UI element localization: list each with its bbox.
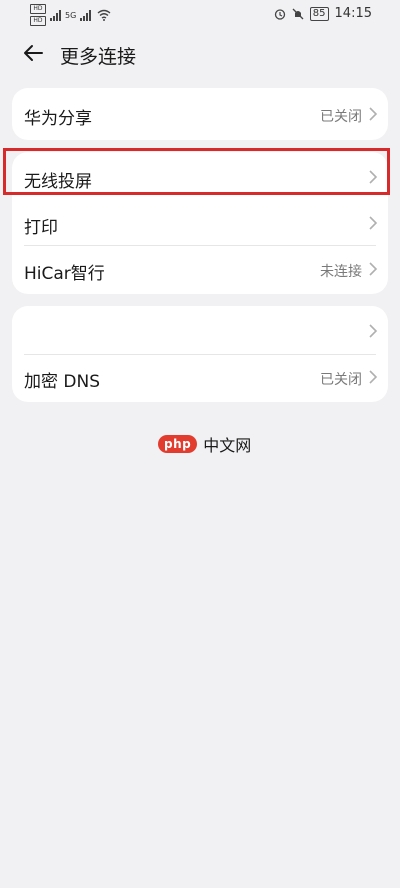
- php-cn-logo: php 中文网: [158, 432, 251, 456]
- back-arrow-icon[interactable]: [22, 42, 44, 64]
- signal-icon-2: [80, 9, 92, 21]
- logo-badge: php: [158, 435, 198, 453]
- highlight-box: [3, 148, 390, 195]
- row-label: 华为分享: [24, 109, 92, 129]
- row-huawei-share[interactable]: 华为分享 已关闭: [12, 91, 388, 137]
- row-print[interactable]: 打印: [12, 200, 388, 246]
- chevron-right-icon: [369, 107, 378, 121]
- network-type: 5G: [65, 10, 77, 20]
- chevron-right-icon: [369, 262, 378, 276]
- logo-text: 中文网: [203, 436, 252, 455]
- row-label: HiCar智行: [24, 264, 105, 284]
- wifi-icon: [97, 9, 111, 21]
- clock: 14:15: [334, 6, 372, 21]
- row-encrypted-dns[interactable]: 加密 DNS 已关闭: [12, 354, 388, 400]
- status-right: 85 14:15: [274, 6, 372, 21]
- signal-icon: [50, 9, 61, 21]
- row-label: 打印: [24, 218, 58, 238]
- settings-card-3: 加密 DNS 已关闭: [12, 306, 388, 402]
- settings-card-1: 华为分享 已关闭: [12, 88, 388, 140]
- status-left: HD HD 5G: [30, 4, 111, 26]
- sim1-icon: HD: [30, 4, 46, 14]
- sim2-icon: HD: [30, 16, 46, 26]
- row-value: 未连接: [320, 264, 362, 280]
- page-header: 更多连接: [0, 34, 400, 74]
- row-label: 加密 DNS: [24, 372, 101, 392]
- row-hicar[interactable]: HiCar智行 未连接: [12, 246, 388, 292]
- alarm-icon: [274, 8, 285, 20]
- page-title: 更多连接: [60, 46, 137, 68]
- chevron-right-icon: [369, 324, 378, 338]
- sim-indicators: HD HD: [30, 4, 46, 26]
- battery-icon: 85: [309, 6, 329, 21]
- mute-icon: [292, 8, 304, 19]
- row-blank[interactable]: [12, 308, 388, 354]
- chevron-right-icon: [369, 370, 378, 384]
- chevron-right-icon: [369, 216, 378, 230]
- status-bar: HD HD 5G 85 14:15: [0, 0, 400, 28]
- row-value: 已关闭: [320, 109, 362, 125]
- row-value: 已关闭: [320, 372, 362, 388]
